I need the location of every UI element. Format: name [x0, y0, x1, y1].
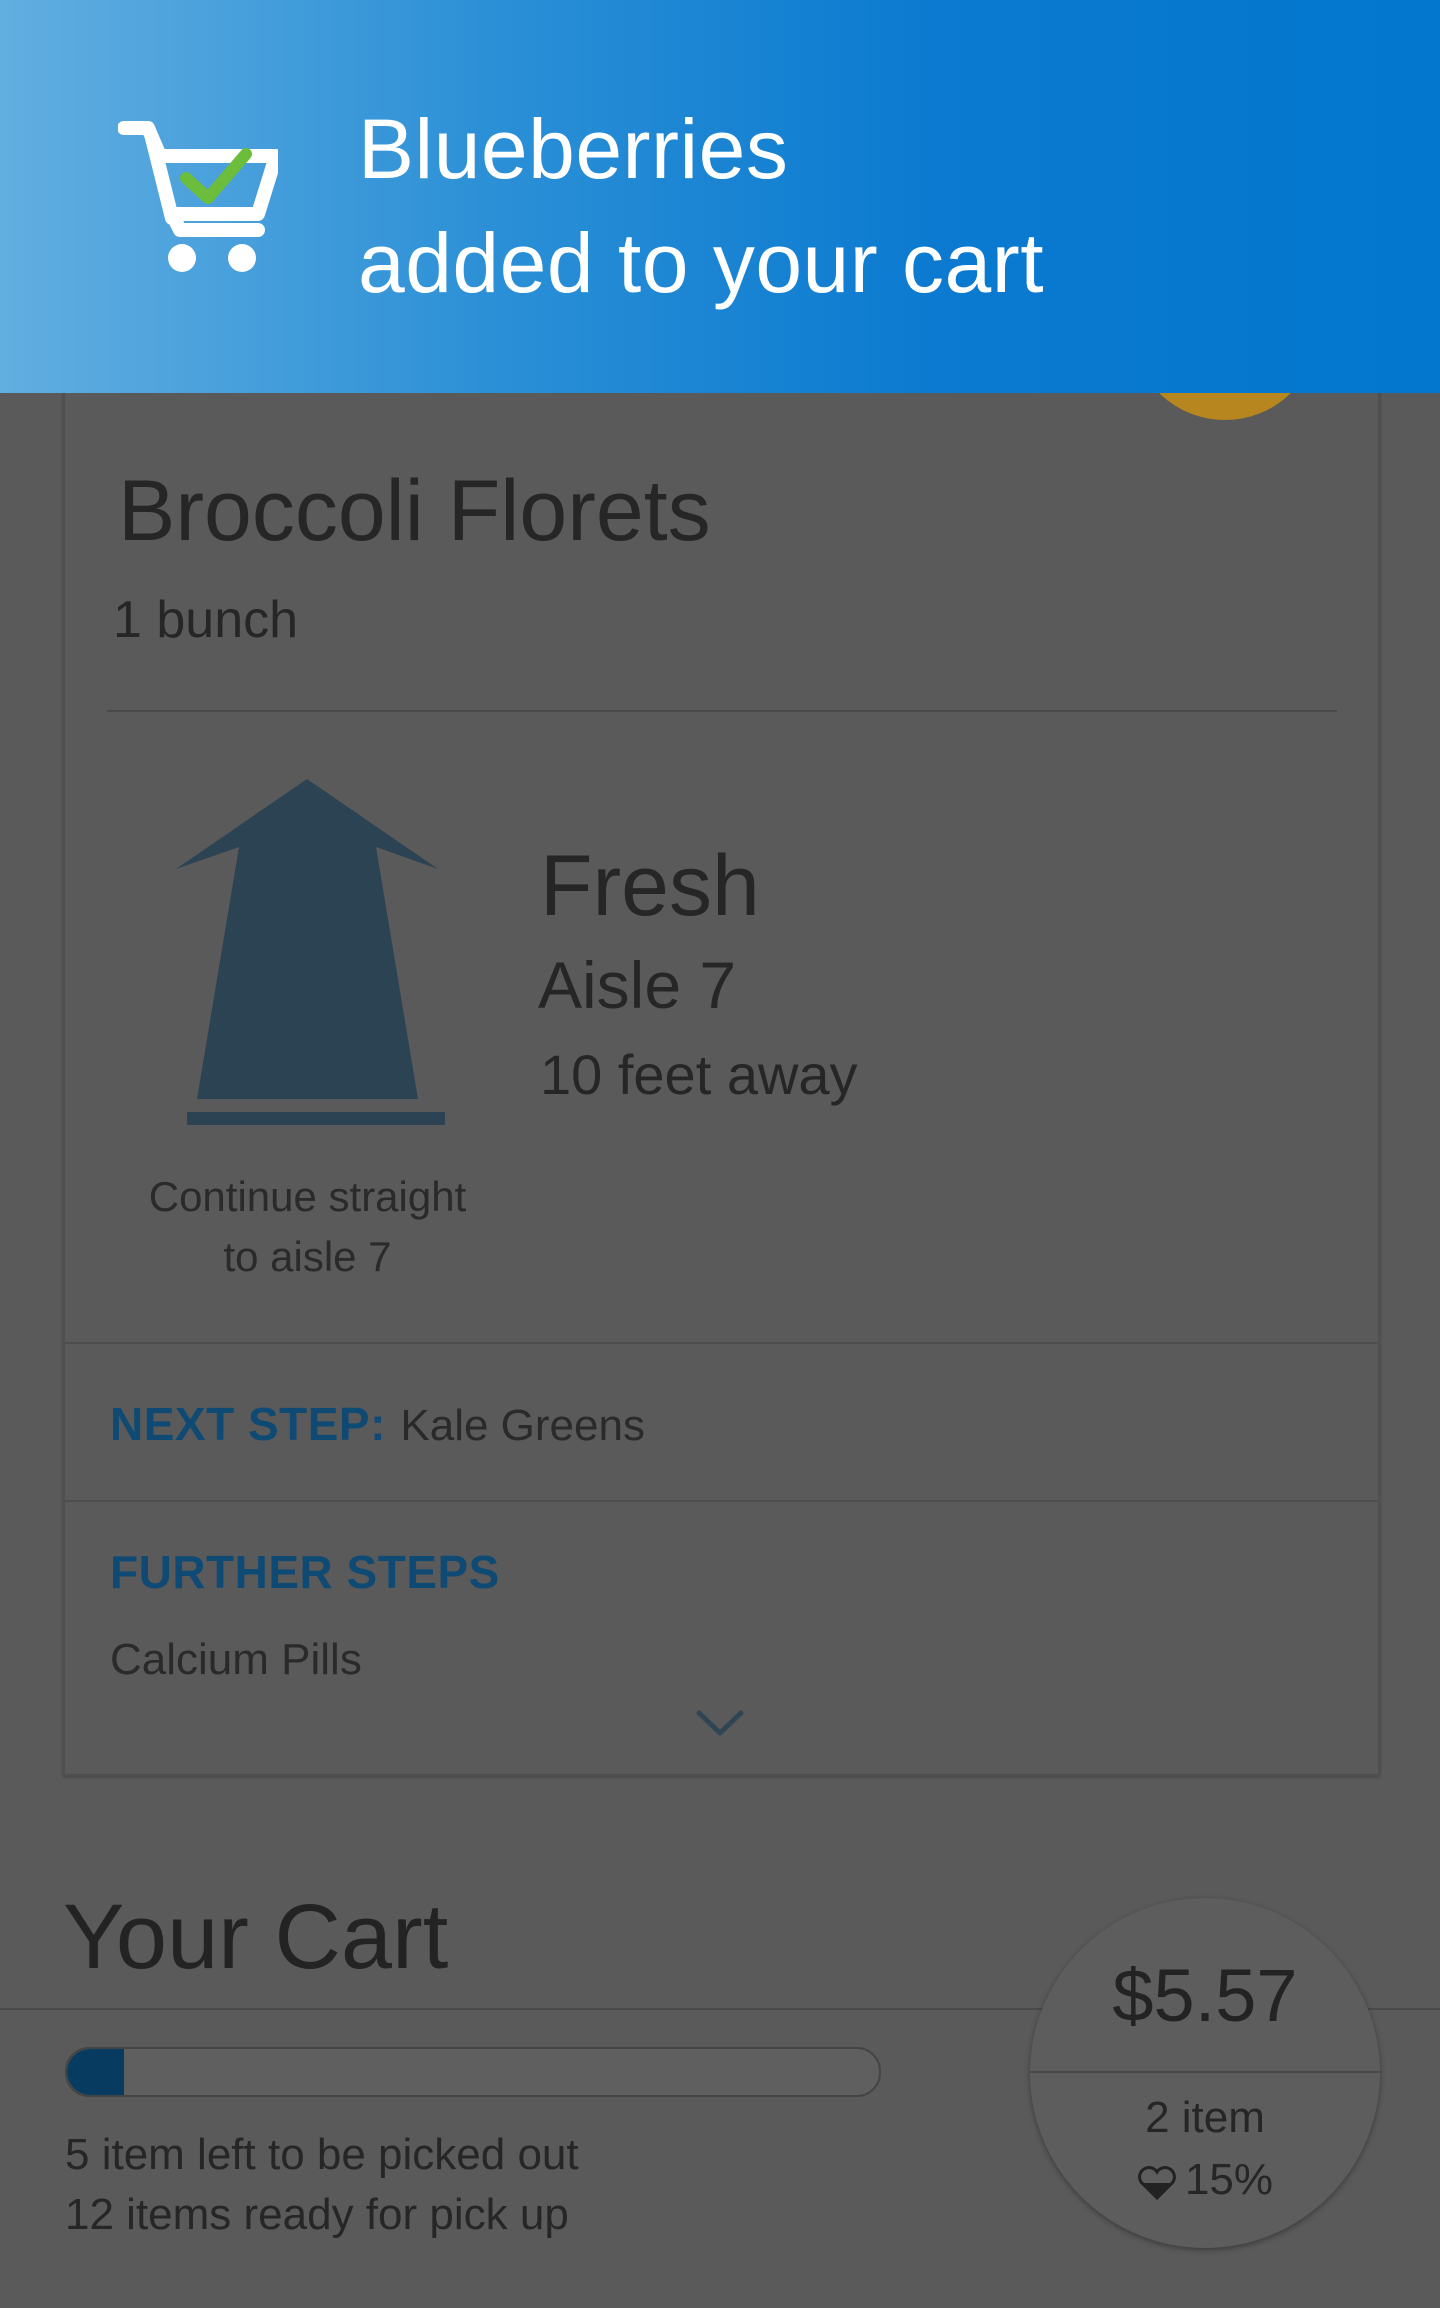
- direction-caption: Continue straight to aisle 7: [125, 1167, 490, 1287]
- cart-title: Your Cart: [63, 1886, 449, 1988]
- items-ready-text: 12 items ready for pick up: [65, 2190, 569, 2239]
- divider: [107, 710, 1337, 712]
- further-steps-label: FURTHER STEPS: [110, 1546, 500, 1598]
- heart-icon: [1138, 2166, 1176, 2200]
- divider: [1030, 2071, 1380, 2073]
- product-quantity: 1 bunch: [113, 591, 299, 649]
- cart-discount-value: 15%: [1184, 2155, 1274, 2204]
- direction-caption-line2: to aisle 7: [223, 1233, 392, 1280]
- cart-total-price: $5.57: [1112, 1954, 1298, 2037]
- items-left-text: 5 item left to be picked out: [65, 2130, 579, 2179]
- straight-arrow-icon: [176, 779, 445, 1125]
- toast-added-text: added to your cart: [358, 216, 1045, 310]
- chevron-down-icon[interactable]: [695, 1707, 745, 1739]
- next-step-row[interactable]: NEXT STEP: Kale Greens: [110, 1397, 645, 1451]
- product-name: Broccoli Florets: [118, 463, 711, 559]
- cart-total-button[interactable]: $5.57 2 item 15%: [1030, 1898, 1380, 2248]
- cart-discount: 15%: [1030, 2155, 1380, 2205]
- pick-progress-fill: [67, 2049, 124, 2095]
- divider: [65, 1500, 1378, 1502]
- next-step-value: Kale Greens: [400, 1401, 645, 1450]
- toast-product-name: Blueberries: [358, 102, 789, 196]
- next-step-label: NEXT STEP:: [110, 1398, 386, 1450]
- store-section: Fresh: [540, 838, 760, 934]
- pick-progress-bar: [65, 2047, 881, 2097]
- aisle-number: Aisle 7: [538, 948, 737, 1022]
- cart-item-count: 2 item: [1145, 2093, 1265, 2142]
- direction-caption-line1: Continue straight: [148, 1173, 467, 1220]
- toast-message: Blueberries added to your cart: [358, 92, 1044, 320]
- distance-away: 10 feet away: [540, 1043, 858, 1106]
- added-to-cart-toast[interactable]: Blueberries added to your cart: [0, 0, 1440, 393]
- cart-check-icon: [118, 121, 278, 272]
- divider: [65, 1342, 1378, 1344]
- current-item-card: Broccoli Florets 1 bunch Continue straig…: [63, 350, 1380, 1776]
- further-step-item: Calcium Pills: [110, 1635, 362, 1684]
